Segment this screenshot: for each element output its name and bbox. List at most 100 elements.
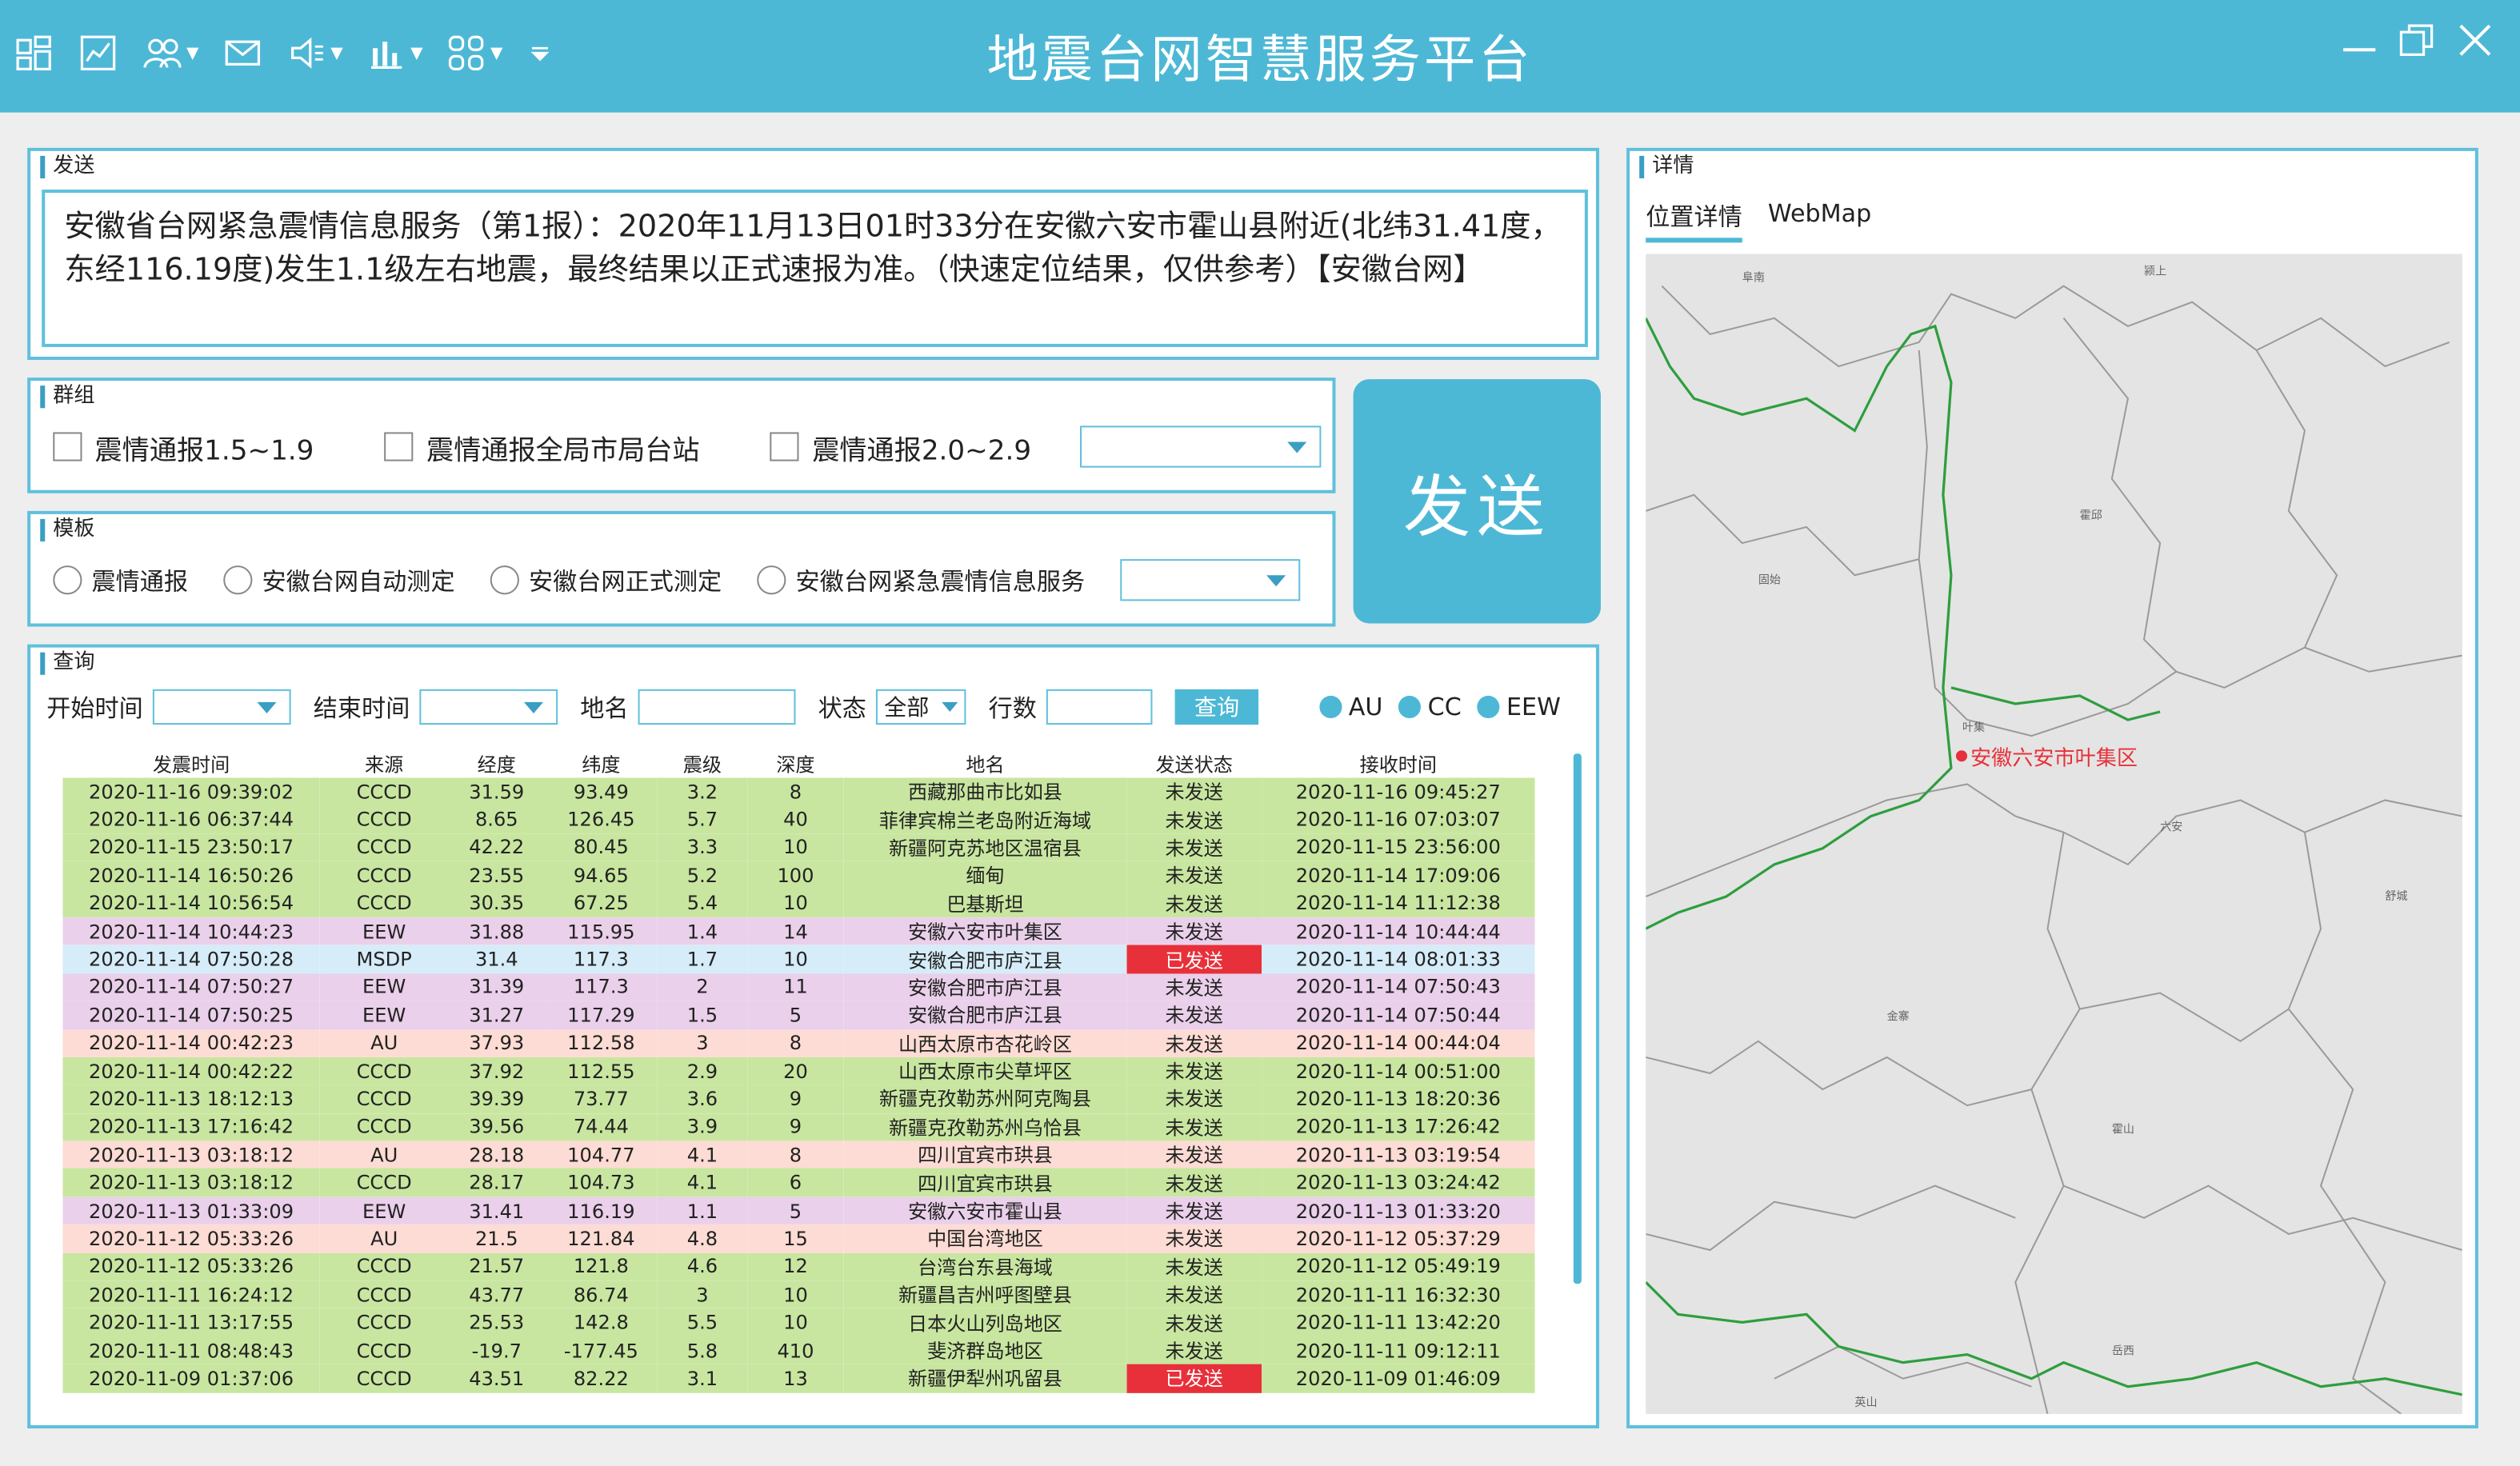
minimize-icon[interactable] (2330, 16, 2388, 64)
table-cell: 2020-11-13 01:33:20 (1295, 1199, 1501, 1222)
table-scrollbar[interactable] (1573, 753, 1582, 1284)
table-cell: 28.18 (469, 1143, 525, 1167)
table-row[interactable]: 2020-11-13 17:16:42 CCCD 39.56 74.44 3.9 9 新疆克… (62, 1112, 1535, 1141)
close-icon[interactable] (2446, 16, 2504, 64)
table-row[interactable]: 2020-11-13 01:33:09 EEW 31.41 116.19 1.1 5 安徽六… (62, 1196, 1535, 1225)
column-header[interactable]: 接收时间 (1262, 750, 1535, 777)
table-row[interactable]: 2020-11-13 03:18:12 CCCD 28.17 104.73 4.1 6 四川… (62, 1168, 1535, 1197)
table-cell: CCCD (356, 1367, 412, 1390)
column-header[interactable]: 发震时间 (62, 750, 319, 777)
column-header[interactable]: 经度 (449, 750, 546, 777)
table-cell: 126.45 (567, 808, 635, 831)
radio-button[interactable] (757, 565, 786, 595)
table-cell: 未发送 (1165, 1256, 1223, 1279)
table-cell: 117.3 (573, 976, 629, 999)
table-cell: 73.77 (573, 1088, 629, 1111)
query-button[interactable]: 查询 (1174, 689, 1259, 725)
legend-cc[interactable]: CC (1398, 693, 1462, 721)
template-option[interactable]: 安徽台网正式测定 (490, 563, 722, 597)
table-cell: MSDP (356, 948, 412, 971)
radio-button[interactable] (223, 565, 253, 595)
table-cell: 2020-11-14 07:50:43 (1295, 976, 1501, 999)
state-select[interactable]: 全部 (876, 689, 966, 725)
table-cell: 5.5 (686, 1311, 718, 1334)
table-cell: 15 (783, 1227, 808, 1250)
table-row[interactable]: 2020-11-11 16:24:12 CCCD 43.77 86.74 3 10 新疆昌吉… (62, 1280, 1535, 1309)
table-cell: 3.9 (686, 1115, 718, 1139)
group-option[interactable]: 震情通报2.0~2.9 (770, 426, 1031, 467)
table-cell: 5.8 (686, 1339, 718, 1362)
table-row[interactable]: 2020-11-16 09:39:02 CCCD 31.59 93.49 3.2 8 西藏那… (62, 777, 1535, 806)
send-button[interactable]: 发送 (1353, 379, 1601, 624)
table-row[interactable]: 2020-11-14 16:50:26 CCCD 23.55 94.65 5.2 100 缅… (62, 861, 1535, 890)
group-select[interactable] (1079, 425, 1321, 468)
table-cell: 2020-11-16 09:39:02 (89, 780, 294, 803)
table-row[interactable]: 2020-11-15 23:50:17 CCCD 42.22 80.45 3.3 10 新疆… (62, 833, 1535, 862)
checkbox[interactable] (384, 432, 414, 461)
epicenter-marker[interactable]: 安徽六安市叶集区 (1955, 741, 2138, 771)
template-select[interactable] (1120, 559, 1301, 601)
column-header[interactable]: 地名 (844, 750, 1127, 777)
end-time-input[interactable] (419, 689, 558, 725)
template-options: 震情通报 安徽台网自动测定 安徽台网正式测定 安徽台网紧急震情信息服务 (53, 559, 1301, 601)
table-row[interactable]: 2020-11-11 13:17:55 CCCD 25.53 142.8 5.5 10 日本… (62, 1308, 1535, 1337)
checkbox[interactable] (770, 432, 800, 461)
table-row[interactable]: 2020-11-14 10:44:23 EEW 31.88 115.95 1.4 14 安徽… (62, 917, 1535, 945)
state-label: 状态 (818, 693, 866, 723)
place-input[interactable] (638, 689, 796, 725)
table-row[interactable]: 2020-11-09 01:37:06 CCCD 43.51 82.22 3.1 13 新疆… (62, 1364, 1535, 1392)
column-header[interactable]: 来源 (320, 750, 449, 777)
table-row[interactable]: 2020-11-14 07:50:27 EEW 31.39 117.3 2 11 安徽合肥市… (62, 973, 1535, 1001)
table-row[interactable]: 2020-11-12 05:33:26 CCCD 21.57 121.8 4.6 12 台湾… (62, 1252, 1535, 1281)
table-cell: 6 (789, 1171, 802, 1195)
table-row[interactable]: 2020-11-14 07:50:28 MSDP 31.4 117.3 1.7 10 安徽合… (62, 945, 1535, 973)
tab-webmap[interactable]: WebMap (1768, 199, 1871, 242)
checkbox[interactable] (53, 432, 82, 461)
table-row[interactable]: 2020-11-14 00:42:22 CCCD 37.92 112.55 2.9 20 山… (62, 1057, 1535, 1085)
radio-button[interactable] (490, 565, 519, 595)
column-header[interactable]: 发送状态 (1126, 750, 1262, 777)
table-cell: 2020-11-12 05:33:26 (89, 1255, 294, 1278)
group-option[interactable]: 震情通报全局市局台站 (384, 426, 700, 467)
group-option[interactable]: 震情通报1.5~1.9 (53, 426, 314, 467)
radio-button[interactable] (53, 565, 82, 595)
table-cell: 3.2 (686, 780, 718, 803)
table-row[interactable]: 2020-11-13 03:18:12 AU 28.18 104.77 4.1 8 四川宜宾… (62, 1140, 1535, 1169)
table-row[interactable]: 2020-11-16 06:37:44 CCCD 8.65 126.45 5.7 40 菲律… (62, 805, 1535, 834)
table-cell: 安徽合肥市庐江县 (908, 977, 1062, 1000)
maximize-icon[interactable] (2388, 16, 2446, 64)
template-option[interactable]: 安徽台网自动测定 (223, 563, 455, 597)
title-bar: ▼ ▼ ▼ ▼ 地震台网智慧服务平台 (0, 0, 2520, 113)
legend-au[interactable]: AU (1319, 693, 1382, 721)
location-map[interactable]: 阜南 固始 霍邱 叶集 金寨 霍山 岳西 英山 六安 颍上 舒城 安徽六安市叶集… (1646, 254, 2462, 1414)
legend-eew[interactable]: EEW (1477, 693, 1561, 721)
map-place-label: 颍上 (2144, 265, 2167, 278)
start-time-input[interactable] (152, 689, 291, 725)
table-row[interactable]: 2020-11-13 18:12:13 CCCD 39.39 73.77 3.6 9 新疆克… (62, 1085, 1535, 1113)
table-cell: 117.29 (567, 1004, 635, 1027)
table-row[interactable]: 2020-11-12 05:33:26 AU 21.5 121.84 4.8 15 中国台湾… (62, 1224, 1535, 1253)
table-cell: 93.49 (573, 780, 629, 803)
table-row[interactable]: 2020-11-14 10:56:54 CCCD 30.35 67.25 5.4 10 巴基… (62, 889, 1535, 918)
template-option[interactable]: 震情通报 (53, 563, 188, 597)
column-header[interactable]: 深度 (747, 750, 844, 777)
table-row[interactable]: 2020-11-14 00:42:23 AU 37.93 112.58 3 8 山西太原市杏… (62, 1029, 1535, 1057)
table-cell: 39.39 (469, 1088, 525, 1111)
table-cell: 巴基斯坦 (946, 893, 1024, 916)
table-cell: CCCD (356, 1115, 412, 1139)
column-header[interactable]: 震级 (658, 750, 748, 777)
template-option[interactable]: 安徽台网紧急震情信息服务 (757, 563, 1085, 597)
tab-location-detail[interactable]: 位置详情 (1646, 199, 1742, 243)
table-cell: 未发送 (1165, 893, 1223, 916)
table-body: 2020-11-16 09:39:02 CCCD 31.59 93.49 3.2 8 西藏那… (62, 777, 1535, 1392)
table-cell: 94.65 (573, 864, 629, 887)
template-panel-title: 模板 (40, 518, 95, 542)
table-cell: 1.5 (686, 1004, 718, 1027)
message-textarea[interactable]: 安徽省台网紧急震情信息服务（第1报）：2020年11月13日01时33分在安徽六… (42, 190, 1588, 347)
column-header[interactable]: 纬度 (545, 750, 658, 777)
rows-input[interactable] (1046, 689, 1153, 725)
table-cell: 67.25 (573, 892, 629, 915)
table-row[interactable]: 2020-11-14 07:50:25 EEW 31.27 117.29 1.5 5 安徽合… (62, 1001, 1535, 1029)
table-cell: 安徽合肥市庐江县 (908, 949, 1062, 972)
table-row[interactable]: 2020-11-11 08:48:43 CCCD -19.7 -177.45 5.8 41… (62, 1336, 1535, 1365)
